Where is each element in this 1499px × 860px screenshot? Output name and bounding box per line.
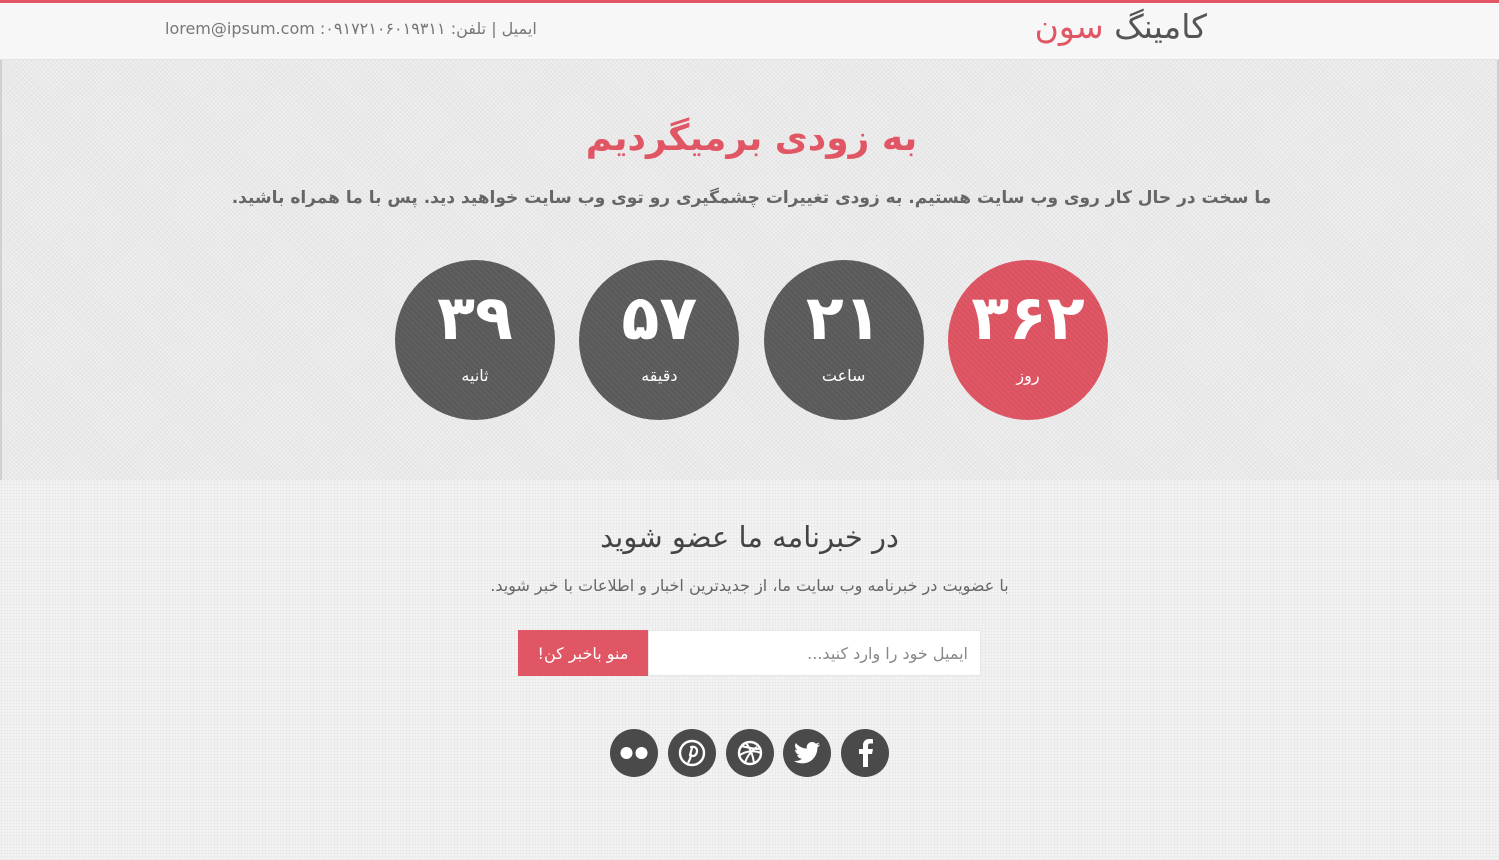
- countdown-seconds: ۳۹ ثانیه: [395, 260, 555, 420]
- pinterest-icon: [678, 739, 705, 767]
- brand-accent: سون: [1034, 7, 1104, 46]
- hero-section: به زودی برمیگردیم ما سخت در حال کار روی …: [0, 60, 1499, 480]
- hours-value: ۲۱: [805, 281, 882, 354]
- contact-phone: تلفن: ۰۹۱۷۲۱۰۶۰۱۹۳۱۱: [325, 19, 487, 38]
- flickr-icon: [620, 747, 648, 759]
- dribbble-icon: [737, 740, 762, 766]
- pinterest-link[interactable]: [667, 729, 716, 777]
- dribbble-link[interactable]: [725, 729, 774, 777]
- top-bar: کامینگ سون lorem@ipsum.com :ایمیل | تلفن…: [0, 0, 1499, 60]
- subscribe-button[interactable]: منو باخبر کن!: [518, 630, 648, 676]
- countdown-hours: ۲۱ ساعت: [763, 260, 924, 420]
- facebook-icon: [859, 739, 873, 767]
- newsletter-form: منو باخبر کن!: [518, 630, 981, 676]
- brand-main: کامینگ: [1114, 7, 1207, 46]
- minutes-label: دقیقه: [641, 366, 678, 385]
- twitter-link[interactable]: [783, 729, 832, 777]
- countdown: ۳۶۲ روز ۲۱ ساعت ۵۷ دقیقه ۳۹ ثانیه: [395, 260, 1108, 420]
- facebook-link[interactable]: [841, 729, 889, 777]
- days-value: ۳۶۲: [971, 281, 1085, 354]
- newsletter-text: با عضویت در خبرنامه وب سایت ما، از جدیدت…: [490, 576, 1009, 595]
- hero-title: به زودی برمیگردیم: [585, 118, 918, 159]
- newsletter-email-input[interactable]: [648, 630, 981, 676]
- twitter-icon: [794, 742, 821, 764]
- hero-text: ما سخت در حال کار روی وب سایت هستیم. به …: [231, 188, 1272, 208]
- seconds-label: ثانیه: [461, 366, 489, 385]
- days-label: روز: [1016, 366, 1040, 385]
- flickr-link[interactable]: [610, 729, 658, 777]
- minutes-value: ۵۷: [621, 281, 698, 354]
- contact-info: lorem@ipsum.com :ایمیل | تلفن: ۰۹۱۷۲۱۰۶۰…: [165, 19, 537, 38]
- social-links: [610, 729, 889, 777]
- site-logo[interactable]: کامینگ سون: [1035, 7, 1207, 46]
- hours-label: ساعت: [821, 366, 866, 385]
- newsletter-title: در خبرنامه ما عضو شوید: [600, 520, 899, 554]
- seconds-value: ۳۹: [437, 281, 513, 354]
- countdown-minutes: ۵۷ دقیقه: [579, 260, 740, 420]
- contact-email[interactable]: lorem@ipsum.com: [165, 19, 315, 38]
- countdown-days: ۳۶۲ روز: [947, 260, 1108, 420]
